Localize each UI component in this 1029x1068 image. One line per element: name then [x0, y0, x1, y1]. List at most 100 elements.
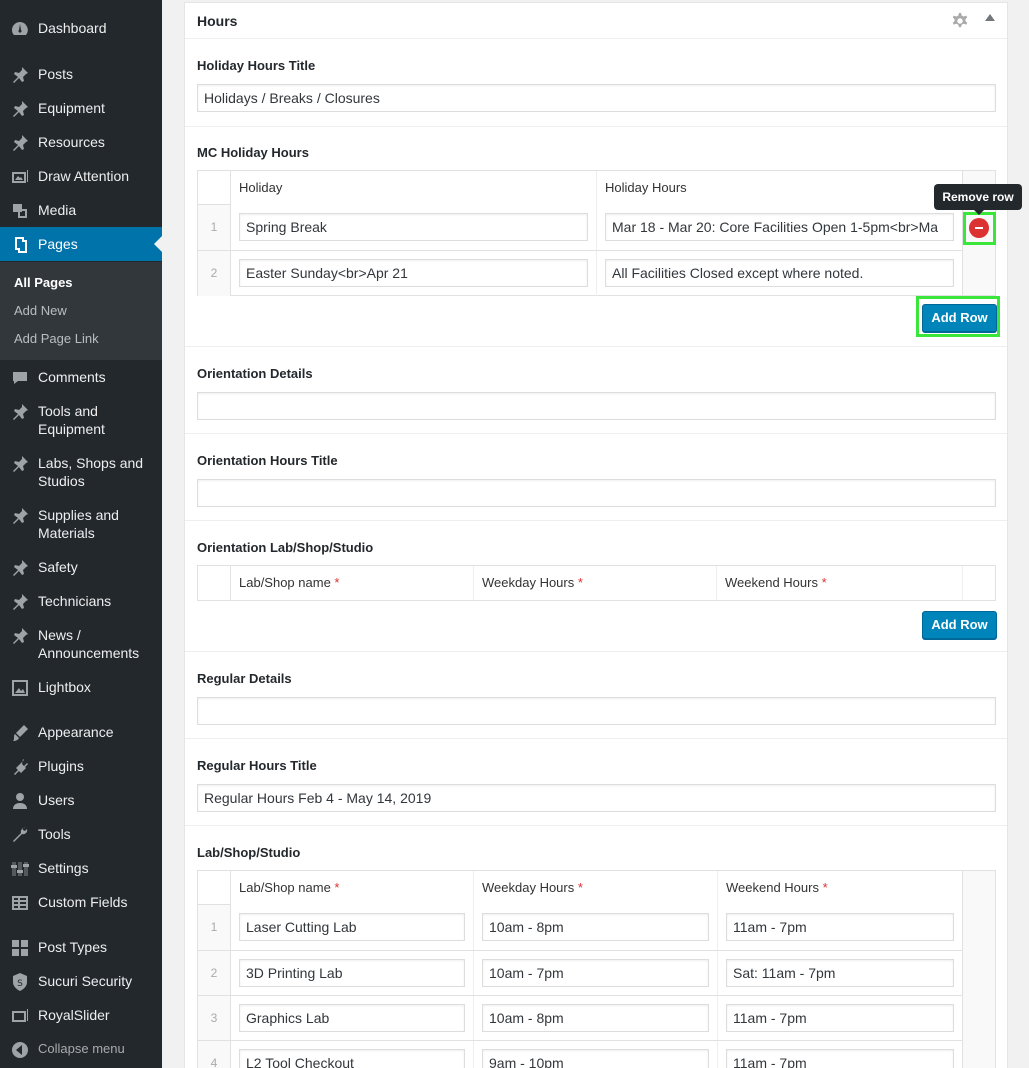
sidebar-item-label: Equipment	[38, 100, 105, 116]
holiday-hours-input[interactable]: All Facilities Closed except where noted…	[605, 259, 954, 287]
table-row: 1 Laser Cutting Lab 10am - 8pm 11am - 7p…	[198, 905, 963, 951]
table-header-row: Lab/Shop name * Weekday Hours * Weekend …	[198, 871, 995, 905]
regular-details-input[interactable]	[197, 697, 996, 725]
lab-name-input[interactable]: L2 Tool Checkout	[239, 1049, 465, 1068]
orientation-hours-title-input[interactable]	[197, 479, 996, 507]
pin-icon	[13, 101, 28, 117]
regular-hours-title-input[interactable]: Regular Hours Feb 4 - May 14, 2019	[197, 784, 996, 812]
gear-icon[interactable]	[951, 12, 969, 30]
sidebar-item-resources[interactable]: Resources	[0, 133, 162, 153]
field-orientation-hours-title: Orientation Hours Title	[185, 434, 1007, 521]
sidebar-item-posts[interactable]: Posts	[0, 65, 162, 85]
row-number: 4	[198, 1041, 231, 1068]
sidebar-item-users[interactable]: Users	[0, 791, 162, 811]
sidebar-item-label: News / Announcements	[38, 627, 140, 661]
table-header-row: Lab/Shop name * Weekday Hours * Weekend …	[198, 566, 995, 600]
field-label: Regular Hours Title	[197, 758, 317, 773]
sidebar-item-technicians[interactable]: Technicians	[0, 592, 162, 612]
sidebar-item-draw-attention[interactable]: Draw Attention	[0, 167, 162, 187]
field-label: MC Holiday Hours	[197, 145, 309, 160]
field-regular-details: Regular Details	[185, 652, 1007, 739]
sidebar-item-equipment[interactable]: Equipment	[0, 99, 162, 119]
remove-row-button[interactable]	[969, 218, 989, 238]
holiday-input[interactable]: Easter Sunday<br>Apr 21	[239, 259, 588, 287]
collapse-menu-button[interactable]: Collapse menu	[0, 1040, 162, 1060]
table-header-row: Holiday Holiday Hours	[198, 171, 995, 205]
sidebar-item-labs-shops-studios[interactable]: Labs, Shops and Studios	[0, 454, 162, 492]
field-label: Orientation Hours Title	[197, 453, 338, 468]
submenu-all-pages[interactable]: All Pages	[14, 275, 73, 290]
column-header: Weekend Hours *	[718, 871, 963, 905]
hours-metabox: Hours Holiday Hours Title Holidays / Bre…	[184, 2, 1008, 1068]
holiday-input[interactable]: Spring Break	[239, 213, 588, 241]
weekend-hours-input[interactable]: Sat: 11am - 7pm	[726, 959, 954, 987]
sidebar-item-label: Labs, Shops and Studios	[38, 455, 144, 489]
toggle-arrow-icon[interactable]	[985, 14, 995, 21]
sidebar-item-news[interactable]: News / Announcements	[0, 626, 162, 664]
collapse-menu-label: Collapse menu	[38, 1041, 125, 1056]
lab-name-input[interactable]: 3D Printing Lab	[239, 959, 465, 987]
holiday-hours-input[interactable]: Mar 18 - Mar 20: Core Facilities Open 1-…	[605, 213, 954, 241]
sidebar-item-sucuri[interactable]: S Sucuri Security	[0, 972, 162, 992]
column-header: Holiday	[231, 171, 597, 205]
sidebar-item-custom-fields[interactable]: Custom Fields	[0, 893, 162, 913]
field-orientation-lab: Orientation Lab/Shop/Studio Lab/Shop nam…	[185, 521, 1007, 652]
sidebar-item-tools[interactable]: Tools	[0, 825, 162, 845]
sidebar-item-pages[interactable]: Pages	[0, 227, 162, 261]
weekend-hours-input[interactable]: 11am - 7pm	[726, 1004, 954, 1032]
row-number: 2	[198, 251, 231, 296]
row-number: 1	[198, 205, 231, 250]
weekday-hours-input[interactable]: 10am - 8pm	[482, 913, 709, 941]
post-types-icon	[12, 940, 28, 956]
sidebar-item-supplies-materials[interactable]: Supplies and Materials	[0, 506, 162, 544]
submenu-add-new[interactable]: Add New	[14, 303, 67, 318]
pin-icon	[13, 560, 28, 576]
sidebar-item-label: RoyalSlider	[38, 1007, 110, 1023]
pages-icon	[15, 237, 27, 253]
orientation-details-input[interactable]	[197, 392, 996, 420]
row-number: 2	[198, 951, 231, 995]
sidebar-item-lightbox[interactable]: Lightbox	[0, 678, 162, 698]
sidebar-item-media[interactable]: Media	[0, 201, 162, 221]
comment-icon	[13, 372, 27, 384]
weekend-hours-input[interactable]: 11am - 7pm	[726, 1049, 954, 1068]
sidebar-item-label: Resources	[38, 134, 105, 150]
lab-name-input[interactable]: Graphics Lab	[239, 1004, 465, 1032]
sidebar-item-safety[interactable]: Safety	[0, 558, 162, 578]
wrench-icon	[13, 827, 28, 842]
sidebar-item-settings[interactable]: Settings	[0, 859, 162, 879]
plugin-icon	[14, 759, 28, 775]
weekend-hours-input[interactable]: 11am - 7pm	[726, 913, 954, 941]
field-lab-shop-studio: Lab/Shop/Studio Lab/Shop name * Weekday …	[185, 826, 1007, 1068]
sidebar-item-royalslider[interactable]: RoyalSlider	[0, 1006, 162, 1026]
sidebar-item-label: Safety	[38, 559, 78, 575]
weekday-hours-input[interactable]: 10am - 7pm	[482, 959, 709, 987]
user-icon	[13, 793, 27, 809]
table-row: 3 Graphics Lab 10am - 8pm 11am - 7pm	[198, 996, 963, 1041]
active-indicator	[154, 236, 162, 252]
field-regular-hours-title: Regular Hours Title Regular Hours Feb 4 …	[185, 739, 1007, 826]
pin-icon	[13, 594, 28, 610]
remove-row-tooltip: Remove row	[934, 184, 1022, 215]
lab-name-input[interactable]: Laser Cutting Lab	[239, 913, 465, 941]
add-row-button[interactable]: Add Row	[922, 611, 997, 639]
weekday-hours-input[interactable]: 10am - 8pm	[482, 1004, 709, 1032]
sidebar-item-label: Supplies and Materials	[38, 507, 119, 541]
field-label: Regular Details	[197, 671, 292, 686]
pin-icon	[13, 67, 28, 83]
orientation-lab-table: Lab/Shop name * Weekday Hours * Weekend …	[197, 565, 996, 601]
sidebar-item-plugins[interactable]: Plugins	[0, 757, 162, 777]
pin-icon	[13, 508, 28, 524]
sidebar-item-dashboard[interactable]: Dashboard	[0, 19, 162, 39]
sidebar-item-post-types[interactable]: Post Types	[0, 938, 162, 958]
sidebar-item-label: Comments	[38, 369, 106, 385]
sidebar-item-tools-and-equipment[interactable]: Tools and Equipment	[0, 402, 162, 440]
submenu-add-page-link[interactable]: Add Page Link	[14, 331, 99, 346]
sidebar-item-label: Settings	[38, 860, 89, 876]
holiday-hours-title-input[interactable]: Holidays / Breaks / Closures	[197, 84, 996, 112]
weekday-hours-input[interactable]: 9am - 10pm	[482, 1049, 709, 1068]
pin-icon	[13, 404, 28, 420]
sidebar-item-comments[interactable]: Comments	[0, 368, 162, 388]
sidebar-item-appearance[interactable]: Appearance	[0, 723, 162, 743]
sidebar-item-label: Tools and Equipment	[38, 403, 105, 437]
